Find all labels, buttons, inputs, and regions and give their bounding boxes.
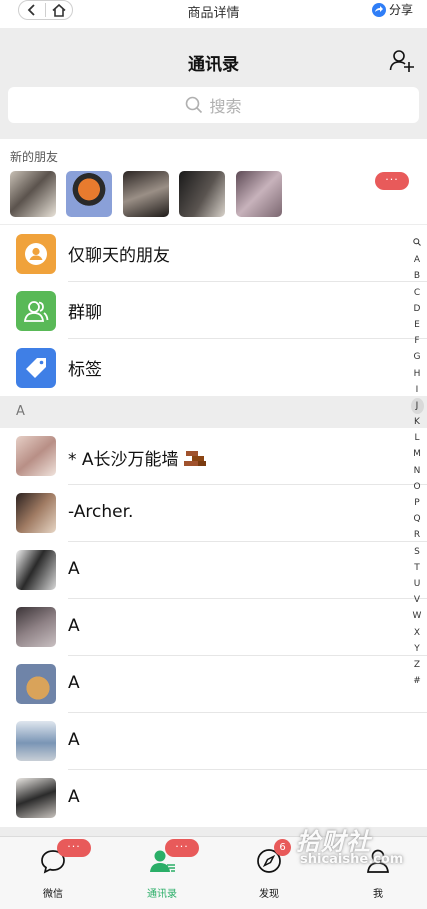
function-label: 标签 <box>68 360 102 380</box>
browser-title: 商品详情 <box>187 6 240 21</box>
watermark: 拾财社 shicaishe.com <box>296 822 403 867</box>
watermark-url: shicaishe.com <box>300 852 404 867</box>
tags-row[interactable]: 标签 <box>0 339 427 396</box>
share-button[interactable]: 分享 <box>371 1 413 18</box>
avatar <box>16 550 56 590</box>
index-letter[interactable]: P <box>414 495 419 511</box>
index-letter[interactable]: V <box>414 592 420 608</box>
contacts-badge: ··· <box>165 839 199 857</box>
index-letter[interactable]: I <box>416 382 419 398</box>
function-label: 仅聊天的朋友 <box>68 246 170 266</box>
person-icon <box>16 233 56 274</box>
avatar[interactable] <box>66 171 112 217</box>
index-letter[interactable]: Z <box>414 657 420 673</box>
index-letter[interactable]: K <box>414 414 420 430</box>
index-letter[interactable]: X <box>414 625 420 641</box>
section-header: A <box>0 396 427 428</box>
index-search-icon[interactable] <box>413 236 421 252</box>
index-letter[interactable]: # <box>413 673 421 689</box>
avatar[interactable] <box>10 171 56 217</box>
tab-label: 微信 <box>43 889 63 900</box>
index-letter[interactable]: S <box>414 544 420 560</box>
chats-badge: ··· <box>57 839 91 857</box>
contact-row[interactable]: A <box>0 770 427 827</box>
avatar <box>16 664 56 704</box>
contact-row[interactable]: A <box>0 542 427 599</box>
index-letter[interactable]: E <box>414 317 420 333</box>
contact-name: A <box>68 616 80 636</box>
avatar[interactable] <box>123 171 169 217</box>
tab-label: 我 <box>373 889 383 900</box>
tag-icon <box>16 347 56 388</box>
new-friends-badge: ··· <box>375 172 409 190</box>
index-letter[interactable]: M <box>413 446 421 462</box>
avatar[interactable] <box>179 171 225 217</box>
avatar <box>16 493 56 533</box>
index-letter[interactable]: A <box>414 252 420 268</box>
index-letter[interactable]: Q <box>413 511 420 527</box>
contact-name: A <box>68 559 80 579</box>
index-letter[interactable]: O <box>413 479 420 495</box>
contact-name: A <box>68 787 80 807</box>
group-chats-row[interactable]: 群聊 <box>0 282 427 339</box>
search-input[interactable]: 搜索 <box>8 87 419 123</box>
browser-bar: 商品详情 分享 <box>0 0 427 28</box>
discover-badge: 6 <box>274 839 291 856</box>
share-label: 分享 <box>388 3 413 17</box>
avatar <box>16 721 56 761</box>
contact-row[interactable]: A <box>0 656 427 713</box>
index-letter[interactable]: J <box>410 397 424 415</box>
avatar <box>16 778 56 818</box>
add-friend-icon[interactable] <box>389 48 415 72</box>
index-letter[interactable]: T <box>414 560 420 576</box>
search-placeholder: 搜索 <box>209 97 242 116</box>
index-letter[interactable]: W <box>413 608 422 624</box>
new-friends-section[interactable]: 新的朋友 ··· <box>0 139 427 224</box>
search-icon <box>186 96 203 114</box>
index-letter[interactable]: L <box>414 430 419 446</box>
contact-row[interactable]: A <box>0 713 427 770</box>
tab-label: 通讯录 <box>147 889 177 900</box>
page-header: 通讯录 <box>0 28 427 88</box>
index-letter[interactable]: U <box>414 576 421 592</box>
index-letter[interactable]: Y <box>414 641 420 657</box>
contact-row[interactable]: -Archer. <box>0 485 427 542</box>
contact-name: * A长沙万能墙 <box>68 445 206 470</box>
brick-wall-icon <box>183 450 206 470</box>
function-label: 群聊 <box>68 303 102 323</box>
avatar <box>16 436 56 476</box>
contact-name: A <box>68 673 80 693</box>
avatar <box>16 607 56 647</box>
index-letter[interactable]: R <box>414 527 420 543</box>
index-letter[interactable]: D <box>414 301 421 317</box>
contact-list: * A长沙万能墙 -Archer. A A A A A <box>0 428 427 827</box>
avatar[interactable] <box>236 171 282 217</box>
contact-row[interactable]: * A长沙万能墙 <box>0 428 427 485</box>
tab-discover[interactable]: 发现 <box>239 847 299 900</box>
index-letter[interactable]: B <box>414 268 420 284</box>
friends-chat-only-row[interactable]: 仅聊天的朋友 <box>0 225 427 282</box>
tab-label: 发现 <box>259 889 279 900</box>
alphabet-index[interactable]: A B C D E F G H I J K L M N O P Q R S T U V W X Y Z # <box>410 236 424 689</box>
index-letter[interactable]: H <box>414 366 421 382</box>
contact-name: -Archer. <box>68 502 134 522</box>
index-letter[interactable]: G <box>414 349 421 365</box>
contact-row[interactable]: A <box>0 599 427 656</box>
page-title: 通讯录 <box>188 55 239 75</box>
contact-name: A <box>68 730 80 750</box>
new-friends-label: 新的朋友 <box>10 150 59 164</box>
index-letter[interactable]: N <box>414 463 421 479</box>
function-list: 仅聊天的朋友 群聊 标签 <box>0 225 427 396</box>
index-letter[interactable]: F <box>414 333 419 349</box>
index-letter[interactable]: C <box>414 285 420 301</box>
share-icon <box>371 2 386 17</box>
group-icon <box>16 290 56 331</box>
